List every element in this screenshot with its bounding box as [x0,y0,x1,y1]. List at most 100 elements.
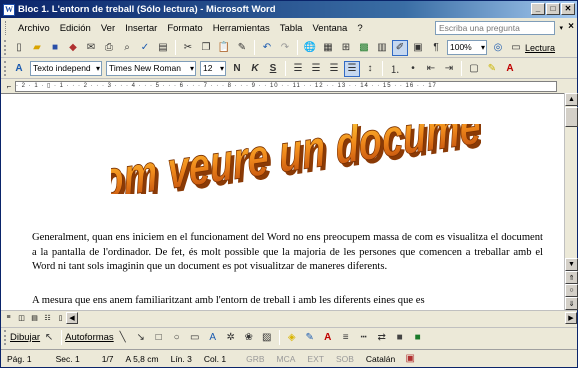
style-select[interactable]: Texto independ [30,61,102,76]
word-app-icon[interactable]: W [3,3,15,16]
bold-button[interactable]: N [229,61,245,77]
justify-icon[interactable]: ☰ [344,60,360,77]
line-color-icon[interactable]: ✎ [302,330,318,346]
underline-button[interactable]: S [265,61,281,77]
borders-icon[interactable]: ▢ [466,61,482,77]
insert-excel-icon[interactable]: ▩ [356,40,372,56]
horizontal-ruler[interactable]: ⌐ · 2 · 1 · ▯ · 1 · · · 2 · · · 3 · · · … [1,80,577,93]
copy-icon[interactable]: ❐ [198,40,214,56]
open-folder-icon[interactable]: ▰ [29,40,45,56]
show-hide-icon[interactable]: ¶ [428,40,444,56]
increase-indent-icon[interactable]: ⇥ [441,61,457,77]
decrease-indent-icon[interactable]: ⇤ [423,61,439,77]
line-style-icon[interactable]: ≡ [338,330,354,346]
italic-button[interactable]: K [247,61,263,77]
vertical-scrollbar[interactable]: ▲ ▼ ⇑ ○ ⇓ [564,93,578,310]
previous-page-button[interactable]: ⇑ [565,271,578,284]
rectangle-icon[interactable]: □ [151,330,167,346]
close-document-icon[interactable]: × [568,21,574,32]
hyperlink-icon[interactable]: 🌐 [302,40,318,56]
menu-edicion[interactable]: Edición [55,23,96,34]
font-color-icon[interactable]: A [502,61,518,77]
menu-ver[interactable]: Ver [96,23,120,34]
menu-herramientas[interactable]: Herramientas [208,23,275,34]
spelling-icon[interactable]: ✓ [137,40,153,56]
align-center-icon[interactable]: ☰ [308,61,324,77]
insert-table-icon[interactable]: ⊞ [338,40,354,56]
font-size-select[interactable]: 12 [200,61,226,76]
wordart-title[interactable]: Com veure un document Com veure un docum… [111,124,481,194]
title-bar[interactable]: W Bloc 1. L'entorn de treball (Sólo lect… [1,1,577,18]
status-overtype[interactable]: SOB [330,352,360,366]
zoom-select[interactable]: 100% [447,40,487,55]
email-icon[interactable]: ✉ [83,40,99,56]
reading-layout-icon[interactable]: ▭ [508,40,524,56]
research-icon[interactable]: ▤ [155,40,171,56]
format-painter-icon[interactable]: ✎ [234,40,250,56]
textbox-icon[interactable]: ▭ [187,330,203,346]
toolbar-grip[interactable] [4,40,7,55]
status-language[interactable]: Catalán [360,352,401,366]
toolbar-grip-2[interactable] [4,61,7,76]
normal-view-icon[interactable]: ≡ [3,312,14,323]
line-spacing-icon[interactable]: ↕ [362,61,378,77]
spelling-status-icon[interactable]: ▣ [402,351,418,367]
scroll-down-button[interactable]: ▼ [565,258,578,271]
align-right-icon[interactable]: ☰ [326,61,342,77]
web-view-icon[interactable]: ◫ [16,312,27,323]
menu-tabla[interactable]: Tabla [275,23,308,34]
bullets-icon[interactable]: • [405,61,421,77]
redo-icon[interactable]: ↷ [277,40,293,56]
maximize-button[interactable]: □ [546,3,560,15]
reading-layout-button[interactable]: Lectura [525,43,555,53]
menu-insertar[interactable]: Insertar [120,23,162,34]
font-select[interactable]: Times New Roman [106,61,196,76]
print-preview-icon[interactable]: ⌕ [119,40,135,56]
browse-object-button[interactable]: ○ [565,284,578,297]
menu-archivo[interactable]: Archivo [13,23,55,34]
document-map-icon[interactable]: ▣ [410,40,426,56]
3d-style-icon[interactable]: ■ [410,330,426,346]
permission-icon[interactable]: ◆ [65,40,81,56]
scroll-left-button[interactable]: ◀ [66,311,78,324]
drawing-icon[interactable]: ✐ [392,39,408,56]
minimize-button[interactable]: _ [531,3,545,15]
picture-icon[interactable]: ▨ [259,330,275,346]
close-button[interactable]: ✕ [561,3,575,15]
print-view-icon[interactable]: ▤ [29,312,40,323]
align-left-icon[interactable]: ☰ [290,61,306,77]
help-icon[interactable]: ◎ [490,40,506,56]
menu-help[interactable]: ? [352,23,367,34]
autoshapes-button[interactable]: Autoformas [65,332,114,343]
vertical-scroll-thumb[interactable] [565,107,578,127]
scroll-right-button[interactable]: ▶ [565,311,577,324]
status-track-changes[interactable]: MCA [271,352,302,366]
arrow-icon[interactable]: ↘ [133,330,149,346]
print-icon[interactable]: ⎙ [101,40,117,56]
drawbar-grip[interactable] [4,330,7,345]
cut-icon[interactable]: ✂ [180,40,196,56]
columns-icon[interactable]: ▥ [374,40,390,56]
draw-font-color-icon[interactable]: A [320,330,336,346]
dash-style-icon[interactable]: ┅ [356,330,372,346]
numbering-icon[interactable]: ⒈ [387,61,403,77]
reading-view-icon[interactable]: ▯ [55,312,66,323]
diagram-icon[interactable]: ✲ [223,330,239,346]
line-icon[interactable]: ╲ [115,330,131,346]
menubar-grip[interactable] [5,21,8,35]
shadow-style-icon[interactable]: ■ [392,330,408,346]
horizontal-scrollbar[interactable]: ≡ ◫ ▤ ☷ ▯ ◀ ▶ [1,310,577,324]
arrow-style-icon[interactable]: ⇄ [374,330,390,346]
next-page-button[interactable]: ⇓ [565,297,578,310]
tables-borders-icon[interactable]: ▦ [320,40,336,56]
oval-icon[interactable]: ○ [169,330,185,346]
wordart-icon[interactable]: A [205,330,221,346]
select-objects-icon[interactable]: ↖ [41,330,57,346]
fill-color-icon[interactable]: ◈ [284,330,300,346]
paragraph-2[interactable]: A mesura que ens anem familiaritzant amb… [32,294,543,308]
scroll-up-button[interactable]: ▲ [565,93,578,106]
menu-ventana[interactable]: Ventana [307,23,352,34]
ask-dropdown-icon[interactable]: ▾ [559,24,563,32]
outline-view-icon[interactable]: ☷ [42,312,53,323]
undo-icon[interactable]: ↶ [259,40,275,56]
